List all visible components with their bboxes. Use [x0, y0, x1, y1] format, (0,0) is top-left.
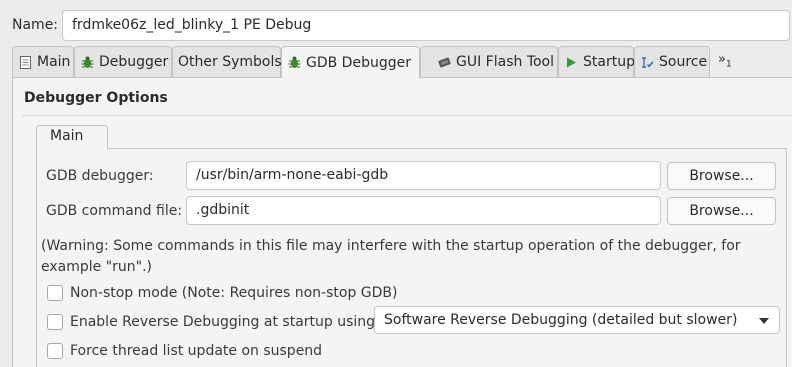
non-stop-mode-checkbox[interactable] — [47, 285, 63, 301]
tab-gui-flash-tool-label: GUI Flash Tool — [456, 54, 555, 70]
tab-main-label: Main — [37, 54, 71, 70]
tab-source[interactable]: Source — [634, 46, 710, 77]
reverse-debugging-mode-value: Software Reverse Debugging (detailed but… — [384, 312, 738, 328]
tab-startup-label: Startup — [583, 54, 635, 70]
play-icon — [564, 55, 579, 70]
force-thread-update-option[interactable]: Force thread list update on suspend — [47, 343, 322, 359]
bug-icon — [287, 55, 302, 70]
tab-other-symbols-label: Other Symbols — [178, 54, 282, 70]
more-tabs-chevron: » — [718, 52, 726, 67]
section-divider — [22, 115, 792, 116]
name-input[interactable]: frdmke06z_led_blinky_1 PE Debug — [62, 10, 790, 41]
tab-debugger[interactable]: Debugger — [74, 46, 172, 77]
tab-gdb-debugger[interactable]: GDB Debugger — [281, 46, 420, 78]
more-tabs-count: 1 — [725, 59, 732, 70]
tab-gdb-debugger-label: GDB Debugger — [306, 54, 411, 71]
name-label: Name: — [12, 17, 59, 33]
document-icon — [18, 55, 33, 70]
non-stop-mode-option[interactable]: Non-stop mode (Note: Requires non-stop G… — [47, 285, 397, 301]
warning-text: (Warning: Some commands in this file may… — [41, 236, 741, 278]
gdb-debugger-input[interactable]: /usr/bin/arm-none-eabi-gdb — [186, 161, 661, 190]
chevron-down-icon — [759, 318, 769, 324]
gdb-debugger-label: GDB debugger: — [46, 168, 154, 184]
inner-tab-main[interactable]: Main — [36, 125, 108, 149]
section-title: Debugger Options — [24, 90, 168, 106]
gdb-debugger-browse-button[interactable]: Browse... — [667, 162, 776, 190]
reverse-debugging-checkbox[interactable] — [47, 314, 63, 330]
warning-line-2: example "run".) — [41, 259, 153, 275]
reverse-debugging-option[interactable]: Enable Reverse Debugging at startup usin… — [47, 314, 380, 330]
tab-main[interactable]: Main — [12, 46, 74, 77]
non-stop-mode-label: Non-stop mode (Note: Requires non-stop G… — [70, 285, 398, 301]
gdb-command-file-browse-button[interactable]: Browse... — [667, 197, 776, 225]
tab-gui-flash-tool[interactable]: GUI Flash Tool — [420, 46, 558, 77]
tab-startup[interactable]: Startup — [558, 46, 635, 77]
warning-line-1: (Warning: Some commands in this file may… — [41, 238, 741, 254]
more-tabs-button[interactable]: »1 — [718, 52, 732, 70]
tab-source-label: Source — [659, 54, 708, 70]
gdb-command-file-input[interactable]: .gdbinit — [186, 196, 661, 225]
reverse-debugging-label: Enable Reverse Debugging at startup usin… — [70, 314, 380, 330]
chip-icon — [437, 55, 452, 70]
tab-other-symbols[interactable]: Other Symbols — [172, 46, 282, 77]
launch-configuration-dialog: Name: frdmke06z_led_blinky_1 PE Debug Ma… — [0, 0, 792, 367]
force-thread-update-label: Force thread list update on suspend — [70, 343, 323, 359]
bug-icon — [80, 55, 95, 70]
gdb-command-file-label: GDB command file: — [46, 203, 183, 219]
force-thread-update-checkbox[interactable] — [47, 343, 63, 359]
tab-debugger-label: Debugger — [99, 54, 169, 70]
tab-bar: Main Debugger Other Symbols GDB Debugger… — [12, 46, 792, 78]
gdb-debugger-panel: Debugger Options Main GDB debugger: /usr… — [12, 77, 792, 367]
reverse-debugging-mode-select[interactable]: Software Reverse Debugging (detailed but… — [374, 306, 780, 334]
source-icon — [640, 55, 655, 70]
